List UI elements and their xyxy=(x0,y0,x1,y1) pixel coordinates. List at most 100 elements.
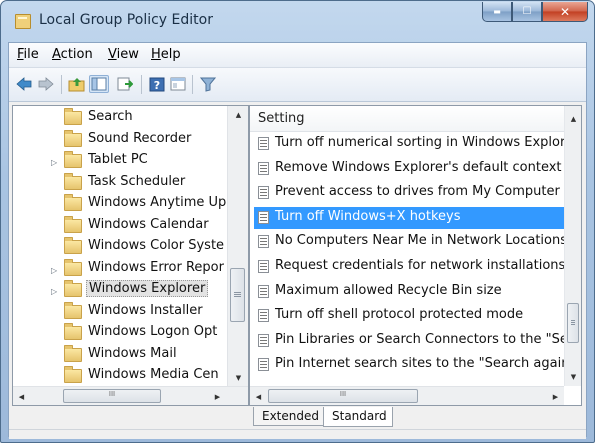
menu-action-accel: A xyxy=(52,47,61,62)
policy-setting-row[interactable]: Turn off Windows+X hotkeys xyxy=(254,206,570,229)
scroll-down-arrow[interactable]: ▼ xyxy=(228,369,248,386)
properties-button[interactable] xyxy=(168,75,188,93)
policy-setting-row[interactable]: Maximum allowed Recycle Bin size xyxy=(256,281,568,303)
tree-item[interactable]: ▷ Windows Error Repor xyxy=(13,258,227,280)
expand-arrow-icon[interactable]: ▷ xyxy=(51,266,57,275)
tree-item[interactable]: Windows Calendar xyxy=(13,215,227,237)
policy-setting-label: Turn off Windows+X hotkeys xyxy=(275,208,461,224)
tree-hscroll-thumb[interactable]: III xyxy=(63,389,161,403)
list-horizontal-scrollbar[interactable]: ◀ III ▶ xyxy=(250,386,564,405)
expand-arrow-icon[interactable]: ▷ xyxy=(51,287,57,296)
policy-setting-row[interactable]: Pin Internet search sites to the "Search… xyxy=(256,354,581,376)
tree-item[interactable]: Windows Color Syste xyxy=(13,237,227,258)
maximize-button[interactable]: ☐ xyxy=(512,2,542,22)
tree-item[interactable]: Search xyxy=(13,108,227,129)
tree-item[interactable]: Windows Mail xyxy=(13,344,227,366)
tree-item[interactable]: Windows Logon Opt xyxy=(13,323,227,344)
tree-item-label: Windows Media Cen xyxy=(88,367,219,382)
policy-setting-icon xyxy=(258,309,269,323)
show-hide-tree-button[interactable] xyxy=(89,75,109,93)
tree-item-label: Task Scheduler xyxy=(88,173,186,189)
policy-setting-label: Turn off numerical sorting in Windows Ex… xyxy=(275,135,574,150)
policy-setting-row[interactable]: Turn off numerical sorting in Windows Ex… xyxy=(256,133,573,155)
policy-setting-row[interactable]: Request credentials for network installa… xyxy=(256,256,568,278)
grip-icon xyxy=(571,320,575,326)
tree-item-label: Windows Logon Opt xyxy=(88,324,218,339)
tree-item[interactable]: Windows Installer xyxy=(13,301,227,323)
up-one-level-button[interactable] xyxy=(67,75,87,93)
scroll-right-arrow[interactable]: ▶ xyxy=(547,387,564,405)
minimize-button[interactable]: ▬ xyxy=(482,2,512,22)
menu-file[interactable]: File xyxy=(17,47,39,62)
policy-setting-row[interactable]: Turn off shell protocol protected mode xyxy=(256,305,568,327)
back-arrow-icon xyxy=(16,77,32,91)
maximize-icon: ☐ xyxy=(522,6,532,17)
client-area: File Action View Help ? Search Sound Rec… xyxy=(8,42,587,439)
scroll-up-arrow[interactable]: ▲ xyxy=(228,106,248,123)
menu-bar: File Action View Help xyxy=(9,43,586,68)
folder-icon xyxy=(64,194,82,211)
export-list-button[interactable] xyxy=(115,75,135,93)
settings-list-pane[interactable]: Setting Turn off numerical sorting in Wi… xyxy=(249,105,582,406)
tree-scroll-thumb[interactable] xyxy=(230,268,245,322)
list-hscroll-thumb[interactable]: III xyxy=(268,389,418,403)
window-title: Local Group Policy Editor xyxy=(39,12,213,28)
policy-setting-icon xyxy=(258,358,269,372)
filter-button[interactable] xyxy=(198,75,218,93)
folder-icon xyxy=(64,215,82,233)
tree-vertical-scrollbar[interactable]: ▲ ▼ xyxy=(227,106,248,386)
export-list-icon xyxy=(117,77,133,91)
tree-item[interactable]: ▷ Windows Explorer xyxy=(13,280,227,301)
menu-help[interactable]: Help xyxy=(151,47,181,62)
tree-horizontal-scrollbar[interactable]: ◀ III ▶ xyxy=(13,386,248,405)
policy-setting-row[interactable]: Prevent access to drives from My Compute… xyxy=(256,182,568,204)
caption-buttons: ▬ ☐ ✕ xyxy=(482,2,588,22)
folder-icon xyxy=(64,172,82,190)
svg-text:?: ? xyxy=(154,79,160,92)
tree-item[interactable]: Windows Media Cen xyxy=(13,366,227,387)
column-header-setting[interactable]: Setting xyxy=(250,106,581,132)
policy-setting-row[interactable]: No Computers Near Me in Network Location… xyxy=(256,231,568,253)
forward-arrow-icon xyxy=(38,77,54,91)
list-scroll-thumb[interactable] xyxy=(567,303,579,343)
tab-standard[interactable]: Standard xyxy=(323,407,393,427)
menu-view[interactable]: View xyxy=(108,47,139,62)
tree-item-label: Search xyxy=(88,109,133,124)
policy-setting-label: Maximum allowed Recycle Bin size xyxy=(275,282,502,298)
scroll-left-arrow[interactable]: ◀ xyxy=(13,387,30,405)
tree-item[interactable]: Windows Anytime Up xyxy=(13,194,227,215)
scroll-up-arrow[interactable]: ▲ xyxy=(565,110,581,127)
main-window: Local Group Policy Editor ▬ ☐ ✕ File Act… xyxy=(0,0,595,443)
scroll-right-arrow[interactable]: ▶ xyxy=(209,387,226,405)
back-button[interactable] xyxy=(14,75,34,93)
folder-icon xyxy=(64,129,82,147)
folder-icon xyxy=(64,344,82,362)
menu-action[interactable]: Action xyxy=(52,47,93,62)
scroll-down-arrow[interactable]: ▼ xyxy=(565,368,581,385)
tree-item[interactable]: Sound Recorder xyxy=(13,129,227,151)
forward-button[interactable] xyxy=(36,75,56,93)
policy-setting-row[interactable]: Remove Windows Explorer's default contex… xyxy=(256,158,578,180)
close-button[interactable]: ✕ xyxy=(542,2,588,22)
policy-setting-label: Request credentials for network installa… xyxy=(275,258,566,273)
tab-extended[interactable]: Extended xyxy=(253,407,327,426)
tree-item[interactable]: Task Scheduler xyxy=(13,172,227,194)
list-vertical-scrollbar[interactable]: ▲ ▼ xyxy=(564,106,581,386)
expand-arrow-icon[interactable]: ▷ xyxy=(51,158,57,167)
tree-pane[interactable]: Search Sound Recorder ▷ Tablet PC Task Sched… xyxy=(12,105,249,406)
group-policy-app-icon xyxy=(15,14,31,29)
help-button[interactable]: ? xyxy=(147,75,167,93)
column-header-label: Setting xyxy=(258,111,305,126)
scroll-left-arrow[interactable]: ◀ xyxy=(250,387,267,405)
policy-setting-row[interactable]: Pin Libraries or Search Connectors to th… xyxy=(256,330,581,352)
menu-action-label: ction xyxy=(60,47,93,62)
hscroll-grip: III xyxy=(339,390,347,398)
menu-help-label: elp xyxy=(160,47,181,62)
grip-icon xyxy=(234,292,241,298)
policy-setting-label: No Computers Near Me in Network Location… xyxy=(275,233,568,249)
title-bar[interactable]: Local Group Policy Editor ▬ ☐ ✕ xyxy=(1,1,594,41)
menu-view-label: iew xyxy=(116,47,139,62)
tree-item[interactable]: ▷ Tablet PC xyxy=(13,151,227,172)
status-bar xyxy=(9,429,586,439)
folder-icon xyxy=(64,237,82,254)
